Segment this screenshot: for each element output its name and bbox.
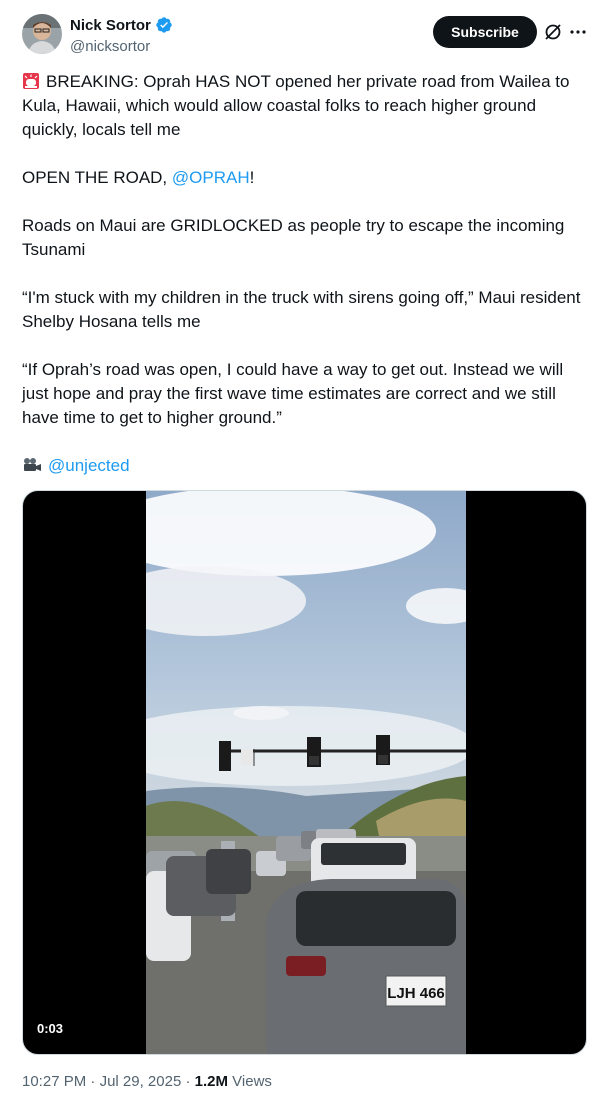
tweet-paragraph-credit: @unjected [22, 454, 587, 478]
license-plate-text: LJH 466 [387, 985, 445, 1002]
tweet-paragraph: BREAKING: Oprah HAS NOT opened her priva… [22, 70, 587, 142]
tweet-paragraph: OPEN THE ROAD, @OPRAH! [22, 166, 587, 190]
tweet-time-link[interactable]: 10:27 PM [22, 1073, 86, 1090]
author-display-name[interactable]: Nick Sortor [70, 17, 151, 34]
video-frame: LJH 466 [146, 491, 466, 1054]
tweet-text: BREAKING: Oprah HAS NOT opened her priva… [22, 70, 587, 502]
paragraph-quote-road: “If Oprah’s road was open, I could have … [22, 360, 564, 427]
mention-oprah-link[interactable]: @OPRAH [172, 168, 250, 187]
mention-unjected-link[interactable]: @unjected [48, 456, 130, 475]
video-timecode: 0:03 [37, 1021, 64, 1036]
author-handle[interactable]: @nicksortor [70, 38, 150, 55]
grok-icon[interactable] [543, 22, 563, 42]
paragraph-quote-stuck: “I'm stuck with my children in the truck… [22, 288, 581, 331]
movie-camera-emoji-icon [22, 456, 42, 472]
avatar[interactable] [22, 14, 62, 54]
views-label: Views [228, 1073, 272, 1090]
paragraph-open-road-prefix: OPEN THE ROAD, [22, 168, 172, 187]
author-name-row[interactable]: Nick Sortor [70, 16, 173, 34]
meta-separator: · [86, 1073, 100, 1090]
verified-badge-icon [155, 16, 173, 34]
paragraph-open-road-suffix: ! [249, 168, 255, 187]
more-icon[interactable] [568, 22, 588, 42]
tweet-meta: 10:27 PM · Jul 29, 2025 · 1.2M Views [22, 1073, 272, 1090]
tweet-date-link[interactable]: Jul 29, 2025 [100, 1073, 182, 1090]
siren-emoji-icon [22, 72, 40, 90]
subscribe-button[interactable]: Subscribe [433, 16, 537, 48]
meta-separator: · [181, 1073, 195, 1090]
paragraph-breaking: BREAKING: Oprah HAS NOT opened her priva… [22, 72, 570, 139]
views-count[interactable]: 1.2M [195, 1073, 228, 1090]
tweet-header: Nick Sortor @nicksortor Subscribe [0, 0, 605, 70]
paragraph-gridlocked: Roads on Maui are GRIDLOCKED as people t… [22, 216, 565, 259]
video-player[interactable]: LJH 466 0:03 [22, 490, 587, 1055]
